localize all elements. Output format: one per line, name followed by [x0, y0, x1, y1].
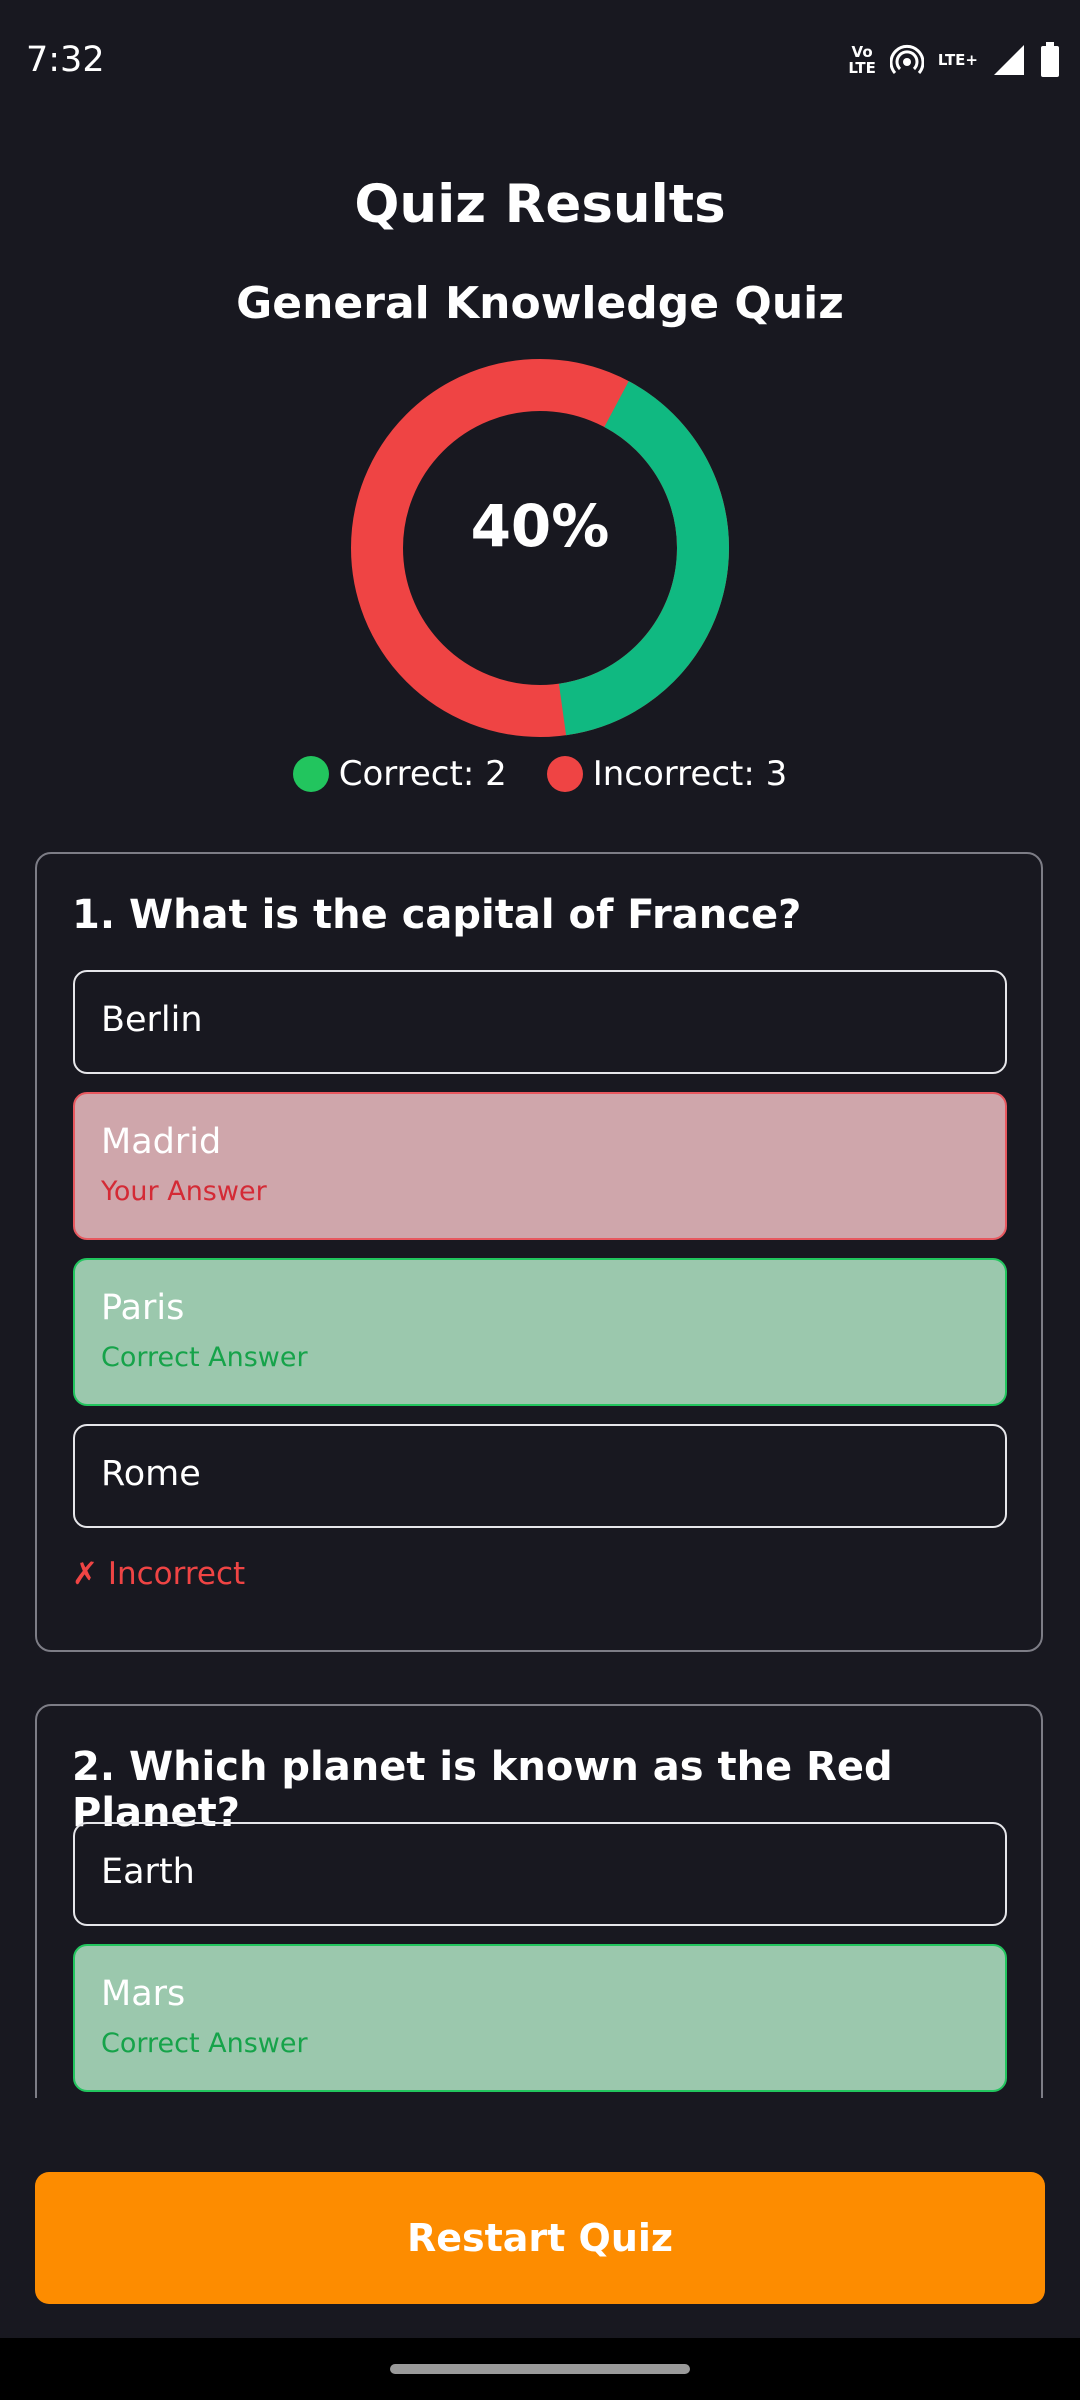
- question-card: 1. What is the capital of France? Berlin…: [35, 852, 1043, 1652]
- results-scroll-area[interactable]: Quiz Results General Knowledge Quiz 40% …: [0, 120, 1080, 2098]
- restart-quiz-button[interactable]: Restart Quiz: [35, 2172, 1045, 2304]
- answer-label: Paris: [101, 1288, 185, 1328]
- hotspot-icon: [889, 44, 924, 74]
- correct-answer-note: Correct Answer: [101, 2028, 308, 2059]
- status-time: 7:32: [26, 40, 105, 80]
- battery-icon: [1041, 42, 1059, 77]
- answer-option[interactable]: Rome: [73, 1424, 1007, 1528]
- answer-label: Berlin: [101, 1000, 203, 1040]
- answer-option-your-answer[interactable]: Madrid Your Answer: [73, 1092, 1007, 1240]
- status-bar: 7:32 Vo LTE LTE+: [0, 0, 1080, 120]
- answer-option-correct[interactable]: Mars Correct Answer: [73, 1944, 1007, 2092]
- score-percent: 40%: [470, 492, 610, 560]
- answer-label: Madrid: [101, 1122, 222, 1162]
- navigation-bar: [0, 2338, 1080, 2400]
- legend-incorrect: Incorrect: 3: [546, 754, 788, 794]
- correct-answer-note: Correct Answer: [101, 1342, 308, 1373]
- your-answer-note: Your Answer: [101, 1176, 267, 1207]
- correct-dot-icon: [292, 756, 329, 792]
- signal-icon: [994, 45, 1024, 75]
- score-legend: Correct: 2 Incorrect: 3: [0, 754, 1080, 794]
- question-card: 2. Which planet is known as the Red Plan…: [35, 1704, 1043, 2098]
- legend-correct-label: Correct: 2: [338, 754, 507, 794]
- legend-incorrect-label: Incorrect: 3: [592, 754, 788, 794]
- network-type-label: LTE+: [937, 51, 978, 69]
- answer-label: Mars: [101, 1974, 186, 2014]
- question-text: 1. What is the capital of France?: [72, 892, 802, 938]
- answer-option[interactable]: Earth: [73, 1822, 1007, 1926]
- answer-label: Rome: [101, 1454, 201, 1494]
- page-title: Quiz Results: [354, 174, 726, 235]
- home-indicator[interactable]: [390, 2364, 690, 2374]
- volte-icon: Vo LTE: [848, 43, 876, 77]
- question-result: ✗ Incorrect: [72, 1556, 246, 1592]
- answer-option[interactable]: Berlin: [73, 970, 1007, 1074]
- legend-correct: Correct: 2: [292, 754, 507, 794]
- status-icons: Vo LTE LTE+: [848, 38, 1060, 82]
- incorrect-dot-icon: [546, 756, 583, 792]
- answer-option-correct[interactable]: Paris Correct Answer: [73, 1258, 1007, 1406]
- answer-label: Earth: [101, 1852, 195, 1892]
- quiz-name: General Knowledge Quiz: [236, 278, 844, 329]
